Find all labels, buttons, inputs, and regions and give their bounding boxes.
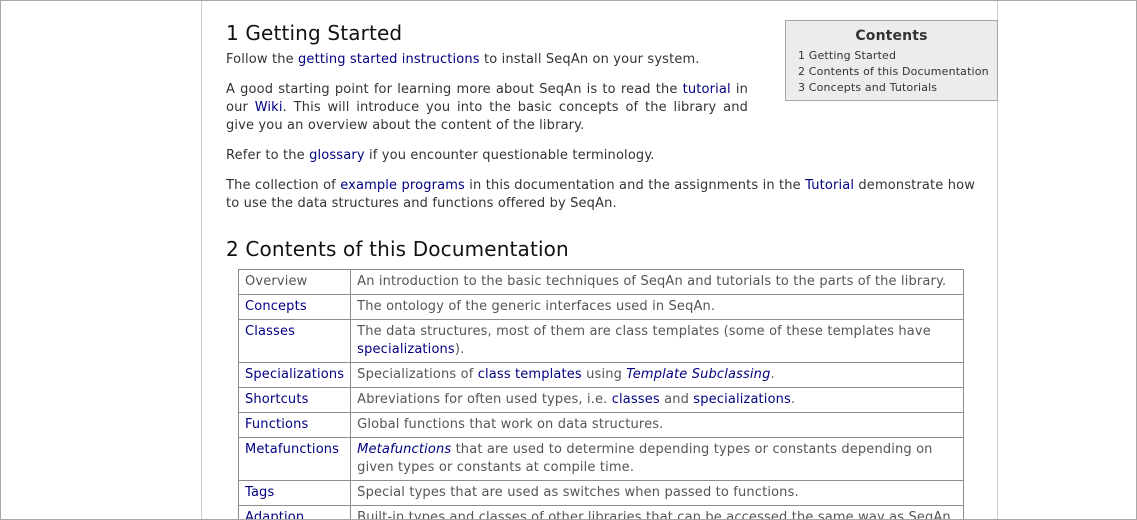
row-desc: Special types that are used as switches … — [350, 480, 964, 506]
row-desc: The ontology of the generic interfaces u… — [350, 294, 964, 320]
link-tutorial[interactable]: tutorial — [683, 82, 731, 97]
link-wiki[interactable]: Wiki — [255, 100, 283, 115]
text: . — [790, 392, 796, 407]
link-metafunctions[interactable]: Metafunctions — [245, 442, 339, 457]
text: . — [770, 367, 775, 382]
paragraph-examples: The collection of example programs in th… — [226, 177, 975, 213]
row-desc: Abreviations for often used types, i.e. … — [350, 387, 964, 413]
link-metafunctions-em[interactable]: Metafunctions — [357, 442, 451, 457]
text: The data structures, most of them are cl… — [357, 324, 931, 339]
link-classes-2[interactable]: classes — [612, 392, 660, 407]
text: ). — [454, 342, 465, 357]
toc-item-concepts-tutorials[interactable]: 3 Concepts and Tutorials — [798, 80, 997, 96]
paragraph-tutorial: A good starting point for learning more … — [226, 81, 748, 135]
row-desc: Metafunctions that are used to determine… — [350, 437, 964, 481]
row-desc: Specializations of class templates using… — [350, 362, 964, 388]
link-shortcuts[interactable]: Shortcuts — [245, 392, 309, 407]
row-desc: An introduction to the basic techniques … — [350, 269, 964, 295]
link-concepts[interactable]: Concepts — [245, 299, 307, 314]
row-desc: Built-in types and classes of other libr… — [350, 505, 964, 519]
table-row: Overview An introduction to the basic te… — [237, 269, 964, 295]
link-class-templates[interactable]: class templates — [478, 367, 582, 382]
toc-title: Contents — [855, 28, 928, 44]
link-template-subclassing[interactable]: Template Subclassing — [626, 367, 770, 382]
row-desc: Global functions that work on data struc… — [350, 412, 964, 438]
section-heading-getting-started: 1 Getting Started — [226, 21, 403, 45]
link-example-programs[interactable]: example programs — [340, 178, 465, 193]
table-row: Metafunctions Metafunctions that are use… — [237, 437, 964, 481]
row-desc: The data structures, most of them are cl… — [350, 319, 964, 363]
table-row: Adaption Built-in types and classes of o… — [237, 505, 964, 519]
text: Specializations of — [357, 367, 478, 382]
text: A good starting point for learning more … — [226, 82, 683, 97]
table-row: Classes The data structures, most of the… — [237, 319, 964, 363]
table-of-contents: Contents 1 Getting Started 2 Contents of… — [785, 20, 998, 101]
browser-viewport: 1 Getting Started Follow the getting sta… — [0, 0, 1137, 520]
text: in this documentation and the assignment… — [464, 178, 806, 193]
link-tags[interactable]: Tags — [245, 485, 274, 500]
table-row: Concepts The ontology of the generic int… — [237, 294, 964, 320]
paragraph-glossary: Refer to the glossary if you encounter q… — [226, 147, 975, 165]
toc-item-getting-started[interactable]: 1 Getting Started — [798, 48, 997, 64]
link-classes[interactable]: Classes — [245, 324, 295, 339]
table-row: Functions Global functions that work on … — [237, 412, 964, 438]
link-specializations-key[interactable]: Specializations — [245, 367, 344, 382]
link-specializations[interactable]: specializations — [357, 342, 455, 357]
text: Abreviations for often used types, i.e. — [357, 392, 612, 407]
contents-table: Overview An introduction to the basic te… — [237, 269, 964, 519]
text: if you encounter questionable terminolog… — [364, 148, 655, 163]
documentation-page: 1 Getting Started Follow the getting sta… — [201, 1, 998, 519]
text: . This will introduce you into the basic… — [226, 100, 748, 133]
link-functions[interactable]: Functions — [245, 417, 308, 432]
text: and — [659, 392, 694, 407]
text: The collection of — [226, 178, 341, 193]
text: Refer to the — [226, 148, 310, 163]
table-row: Shortcuts Abreviations for often used ty… — [237, 387, 964, 413]
link-getting-started-instructions[interactable]: getting started instructions — [298, 52, 480, 67]
link-tutorial-2[interactable]: Tutorial — [805, 178, 854, 193]
table-row: Tags Special types that are used as swit… — [237, 480, 964, 506]
toc-item-contents[interactable]: 2 Contents of this Documentation — [798, 64, 997, 80]
text: using — [581, 367, 627, 382]
text: to install SeqAn on your system. — [479, 52, 700, 67]
text: Follow the — [226, 52, 299, 67]
section-heading-contents: 2 Contents of this Documentation — [226, 237, 569, 261]
link-adaption[interactable]: Adaption — [245, 510, 304, 519]
link-specializations-2[interactable]: specializations — [693, 392, 791, 407]
row-key-overview: Overview — [237, 269, 352, 295]
table-row: Specializations Specializations of class… — [237, 362, 964, 388]
link-glossary[interactable]: glossary — [309, 148, 365, 163]
